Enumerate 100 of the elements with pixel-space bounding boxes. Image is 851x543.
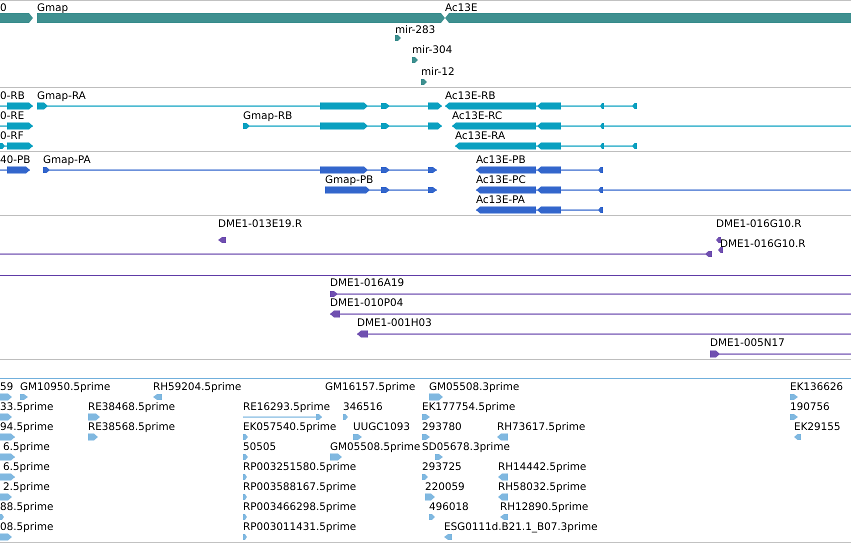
est-marker[interactable]: [790, 412, 798, 422]
feature-label: Gmap-RA: [37, 89, 86, 103]
gene-bar[interactable]: [0, 13, 33, 23]
clone-glyph[interactable]: [218, 235, 226, 245]
est-marker[interactable]: [422, 412, 430, 422]
feature-label: 40-PB: [0, 153, 30, 167]
feature-label: 0-RB: [0, 89, 25, 103]
est-marker[interactable]: [435, 452, 443, 462]
feature-label: Ac13E-PC: [476, 173, 526, 187]
transcript-glyph[interactable]: [0, 121, 33, 131]
feature-label: 88.5prime: [0, 500, 54, 514]
feature-label: 0: [0, 1, 7, 15]
est-marker[interactable]: [790, 392, 798, 402]
transcript-glyph[interactable]: [455, 141, 637, 151]
gene-bar[interactable]: [412, 55, 418, 65]
feature-label: RH14442.5prime: [498, 460, 586, 474]
feature-label: 496018: [429, 500, 469, 514]
est-marker[interactable]: [498, 492, 508, 502]
feature-label: DME1-010P04: [330, 296, 404, 310]
protein-glyph[interactable]: [325, 185, 437, 195]
protein-glyph[interactable]: [476, 205, 603, 215]
est-marker[interactable]: [353, 432, 362, 442]
protein-glyph[interactable]: [476, 165, 603, 175]
est-marker[interactable]: [422, 472, 428, 482]
feature-label: DME1-016G10.R: [716, 217, 802, 231]
feature-label: Ac13E-RB: [445, 89, 496, 103]
feature-label: Gmap-PB: [325, 173, 374, 187]
est-marker[interactable]: [500, 512, 508, 522]
est-marker[interactable]: [0, 412, 12, 422]
protein-glyph[interactable]: [0, 165, 30, 175]
gene-bar[interactable]: [421, 77, 427, 87]
est-marker[interactable]: [422, 432, 430, 442]
transcript-glyph[interactable]: [37, 101, 442, 111]
est-marker[interactable]: [429, 512, 435, 522]
est-marker[interactable]: [429, 392, 443, 402]
est-marker[interactable]: [243, 432, 248, 442]
feature-label: RE38568.5prime: [88, 420, 176, 434]
feature-label: GM05508.3prime: [429, 380, 520, 394]
transcript-glyph[interactable]: [452, 121, 851, 131]
feature-label: 346516: [343, 400, 383, 414]
feature-label: Gmap: [37, 1, 68, 15]
feature-label: RH59204.5prime: [153, 380, 242, 394]
est-marker[interactable]: [444, 532, 452, 542]
est-marker[interactable]: [153, 392, 162, 402]
feature-label: 50505: [243, 440, 276, 454]
est-marker[interactable]: [498, 472, 508, 482]
transcript-glyph[interactable]: [0, 141, 33, 151]
est-marker[interactable]: [0, 492, 12, 502]
est-marker[interactable]: [330, 452, 342, 462]
est-marker[interactable]: [425, 492, 435, 502]
feature-label: Ac13E-RC: [452, 109, 502, 123]
feature-label: 0-RF: [0, 129, 24, 143]
clone-glyph[interactable]: [0, 249, 712, 259]
est-marker[interactable]: [0, 512, 4, 522]
protein-glyph[interactable]: [476, 185, 851, 195]
est-marker[interactable]: [20, 392, 28, 402]
est-marker[interactable]: [0, 432, 15, 442]
est-marker[interactable]: [497, 432, 508, 442]
feature-label: DME1-016G10.R: [720, 237, 806, 251]
clone-glyph[interactable]: [710, 349, 851, 359]
est-marker[interactable]: [88, 432, 98, 442]
est-marker[interactable]: [794, 432, 801, 442]
transcript-glyph[interactable]: [445, 101, 637, 111]
clone-glyph[interactable]: [330, 289, 851, 299]
est-marker[interactable]: [243, 472, 247, 482]
feature-label: 0-RE: [0, 109, 24, 123]
feature-label: Gmap-PA: [43, 153, 91, 167]
clone-glyph[interactable]: [718, 245, 723, 255]
est-marker[interactable]: [0, 452, 15, 462]
feature-label: 33.5prime: [0, 400, 54, 414]
transcript-glyph[interactable]: [0, 101, 33, 111]
est-marker[interactable]: [0, 392, 12, 402]
protein-glyph[interactable]: [43, 165, 437, 175]
transcript-glyph[interactable]: [243, 121, 442, 131]
est-marker[interactable]: [243, 532, 247, 542]
feature-label: Ac13E: [445, 1, 478, 15]
feature-label: GM05508.5prime: [330, 440, 420, 454]
clone-glyph[interactable]: [357, 329, 851, 339]
est-marker[interactable]: [243, 512, 247, 522]
est-marker[interactable]: [243, 492, 247, 502]
gene-bar[interactable]: [395, 33, 401, 43]
est-marker[interactable]: [88, 412, 100, 422]
feature-label: RP003588167.5prime: [243, 480, 356, 494]
feature-label: 293725: [422, 460, 462, 474]
feature-label: GM16157.5prime: [325, 380, 416, 394]
clone-glyph[interactable]: [716, 235, 721, 245]
feature-label: Ac13E-RA: [455, 129, 506, 143]
est-marker[interactable]: [343, 412, 348, 422]
feature-label: 59: [0, 380, 14, 394]
feature-label: mir-12: [421, 65, 455, 79]
feature-label: Gmap-RB: [243, 109, 292, 123]
feature-label: ESG0111d.B21.1_B07.3prime: [444, 520, 598, 534]
feature-label: 2.5prime: [3, 480, 50, 494]
feature-label: DME1-013E19.R: [218, 217, 302, 231]
clone-glyph[interactable]: [330, 309, 851, 319]
est-marker[interactable]: [0, 472, 15, 482]
est-marker[interactable]: [243, 452, 248, 462]
feature-label: RH73617.5prime: [497, 420, 586, 434]
feature-label: EK29155: [794, 420, 840, 434]
est-marker[interactable]: [243, 412, 322, 422]
